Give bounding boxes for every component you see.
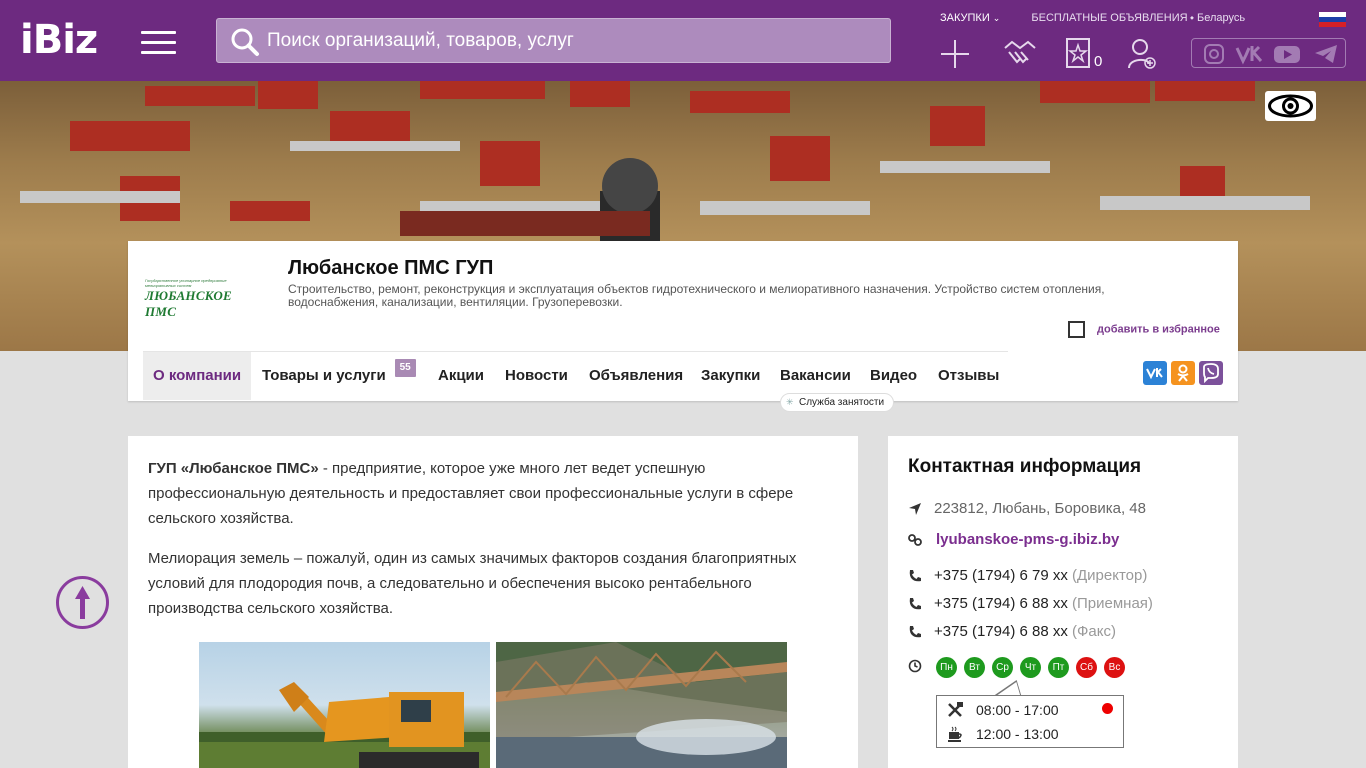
phone-note: (Приемная) [1072, 595, 1153, 612]
phone-icon [909, 598, 921, 610]
user-add-icon[interactable] [1127, 38, 1157, 70]
contact-info-title: Контактная информация [908, 456, 1142, 477]
chevron-down-icon: ⌄ [992, 13, 1001, 23]
day-thu[interactable]: Чт [1020, 657, 1041, 678]
phone-director: +375 (1794) 6 79 xx (Директор) [934, 567, 1147, 584]
vk-icon[interactable] [1235, 43, 1267, 65]
company-name: Любанское ПМС ГУП [288, 257, 494, 279]
products-count-badge: 55 [394, 359, 416, 377]
closed-status-dot [1102, 703, 1113, 714]
search-input[interactable] [267, 19, 867, 62]
about-section: ГУП «Любанское ПМС» - предприятие, котор… [128, 436, 858, 768]
day-wed[interactable]: Ср [992, 657, 1013, 678]
schedule-popup: 08:00 - 17:00 12:00 - 13:00 [936, 695, 1124, 748]
about-paragraph-2: Мелиорация земель – пожалуй, один из сам… [148, 550, 797, 617]
region-label: Беларусь [1197, 12, 1246, 24]
phone-icon [909, 626, 921, 638]
phone-number: +375 (1794) 6 79 xx [934, 567, 1068, 584]
arrow-up-icon [75, 586, 90, 619]
navigation-arrow-icon [909, 503, 921, 515]
phone-note: (Факс) [1072, 623, 1116, 640]
instagram-icon[interactable] [1202, 43, 1226, 65]
tab-about[interactable]: О компании [143, 352, 252, 400]
add-plus-icon[interactable] [939, 38, 971, 70]
social-links [1191, 38, 1346, 68]
share-vk-icon[interactable] [1143, 361, 1167, 385]
day-tue[interactable]: Вт [964, 657, 985, 678]
phone-fax: +375 (1794) 6 88 xx (Факс) [934, 623, 1116, 640]
search-icon [231, 28, 259, 56]
employment-service-hint[interactable]: Служба занятости [780, 393, 895, 412]
tab-products[interactable]: Товары и услуги 55 [262, 352, 416, 400]
clock-icon [908, 659, 922, 673]
contact-info-panel: Контактная информация 223812, Любань, Бо… [888, 436, 1238, 768]
phone-note: (Директор) [1072, 567, 1148, 584]
work-hours: 08:00 - 17:00 [947, 702, 1059, 721]
tab-purchases[interactable]: Закупки [701, 352, 760, 400]
tab-news[interactable]: Новости [505, 352, 568, 400]
add-to-favorites[interactable]: добавить в избранное [1068, 321, 1220, 338]
phone-number: +375 (1794) 6 88 xx [934, 595, 1068, 612]
scroll-to-top-button[interactable] [56, 576, 109, 629]
coffee-cup-icon [948, 726, 962, 742]
location-pin-icon: ⬩ [1190, 12, 1194, 24]
address-text: 223812, Любань, Боровика, 48 [934, 500, 1146, 517]
top-header: iBiz ЗАКУПКИ ⌄ БЕСПЛАТНЫЕ ОБЪЯВЛЕНИЯ ⬩ Б… [0, 0, 1366, 81]
share-odnoklassniki-icon[interactable] [1171, 361, 1195, 385]
handshake-icon[interactable] [1003, 38, 1037, 70]
work-hours-text: 08:00 - 17:00 [976, 702, 1059, 718]
menu-burger-icon[interactable] [141, 31, 176, 54]
company-logo-name: ЛЮБАНСКОЕ ПМС [145, 288, 232, 319]
day-fri[interactable]: Пт [1048, 657, 1069, 678]
telegram-icon[interactable] [1314, 43, 1338, 65]
about-paragraph-1: ГУП «Любанское ПМС» - предприятие, котор… [148, 456, 838, 531]
lunch-hours: 12:00 - 13:00 [947, 726, 1059, 745]
site-logo[interactable]: iBiz [20, 18, 98, 62]
region-selector[interactable]: ⬩ Беларусь [1190, 12, 1245, 25]
phone-icon [909, 570, 921, 582]
purchases-label: ЗАКУПКИ [940, 12, 990, 24]
visually-impaired-eye-icon[interactable] [1265, 91, 1316, 121]
company-logo: Государственное унитарное предприятие ме… [145, 278, 250, 319]
company-description: Строительство, ремонт, реконструкция и э… [288, 282, 1105, 309]
link-icon [908, 534, 922, 546]
language-flag-icon[interactable] [1319, 12, 1346, 27]
day-sun[interactable]: Вс [1104, 657, 1125, 678]
about-company-name: ГУП «Любанское ПМС» [148, 460, 319, 477]
phone-number: +375 (1794) 6 88 xx [934, 623, 1068, 640]
tools-icon [948, 702, 963, 717]
free-ads-link[interactable]: БЕСПЛАТНЫЕ ОБЪЯВЛЕНИЯ [1031, 12, 1187, 24]
irrigation-photo[interactable] [496, 642, 787, 768]
tab-ads[interactable]: Объявления [589, 352, 683, 400]
excavator-photo[interactable] [199, 642, 490, 768]
company-card: Государственное унитарное предприятие ме… [128, 241, 1238, 412]
day-mon[interactable]: Пн [936, 657, 957, 678]
lunch-hours-text: 12:00 - 13:00 [976, 726, 1059, 742]
company-logo-caption: Государственное унитарное предприятие ме… [145, 278, 227, 288]
search-box[interactable] [216, 18, 891, 63]
favorites-count: 0 [1094, 53, 1103, 70]
youtube-icon[interactable] [1273, 43, 1301, 65]
phone-reception: +375 (1794) 6 88 xx (Приемная) [934, 595, 1153, 612]
favorite-checkbox[interactable] [1068, 321, 1085, 338]
website-link[interactable]: lyubanskoe-pms-g.ibiz.by [936, 531, 1119, 548]
favorites-star-icon[interactable] [1066, 38, 1090, 70]
tab-products-label: Товары и услуги [262, 367, 386, 384]
day-sat[interactable]: Сб [1076, 657, 1097, 678]
tab-reviews[interactable]: Отзывы [938, 352, 999, 400]
share-viber-icon[interactable] [1199, 361, 1223, 385]
purchases-link[interactable]: ЗАКУПКИ ⌄ [940, 12, 1000, 24]
top-links: ЗАКУПКИ ⌄ БЕСПЛАТНЫЕ ОБЪЯВЛЕНИЯ ⬩ Белару… [940, 12, 1245, 24]
add-to-favorites-label: добавить в избранное [1097, 323, 1220, 336]
tab-promotions[interactable]: Акции [438, 352, 484, 400]
